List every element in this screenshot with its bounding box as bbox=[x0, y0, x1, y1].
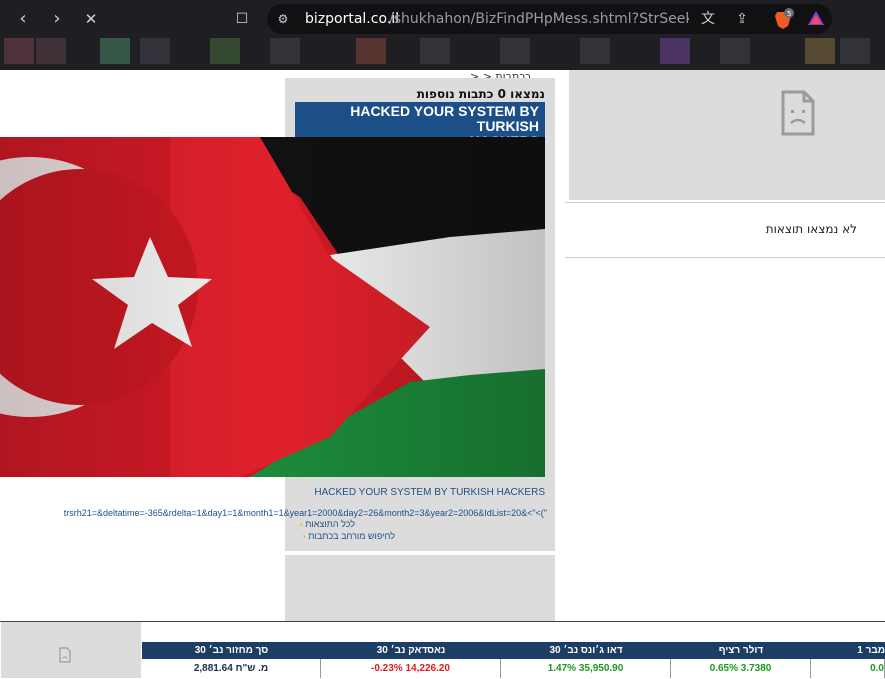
injected-url-text: trsrh21=&deltatime=-365&rdelta=1&day1=1&… bbox=[63, 508, 547, 518]
bookmark-item[interactable] bbox=[210, 38, 240, 64]
bookmark-item[interactable] bbox=[720, 38, 750, 64]
ticker-header-row: סך מחזור נב׳ 30 נאסדאק נב׳ 30 דאו ג׳ונס … bbox=[142, 642, 885, 659]
url-path: /shukhahon/BizFindPHpMess.shtml?StrSeek=… bbox=[389, 11, 689, 27]
divider bbox=[565, 202, 885, 203]
url-host: bizportal.co.il bbox=[305, 11, 399, 27]
bookmark-item[interactable] bbox=[356, 38, 386, 64]
advanced-search-link[interactable]: לחיפוש מורחב בכתבות ‹ bbox=[303, 531, 395, 541]
bookmark-item[interactable] bbox=[140, 38, 170, 64]
bookmark-item[interactable] bbox=[270, 38, 300, 64]
bookmark-item[interactable] bbox=[36, 38, 66, 64]
hacked-headline: HACKED YOUR SYSTEM BY TURKISH HACKERS bbox=[295, 102, 545, 149]
site-settings-icon[interactable]: ⚙ bbox=[274, 10, 292, 28]
headline-line-1: HACKED YOUR SYSTEM BY TURKISH bbox=[350, 103, 539, 134]
ticker-header-dollar: דולר רציף bbox=[718, 645, 764, 656]
brave-shields-icon[interactable]: 5 bbox=[772, 8, 794, 30]
results-count: נמצאו 0 כתבות נוספות bbox=[416, 87, 545, 101]
ticker-logo-placeholder bbox=[1, 622, 141, 678]
ticker-header-dow: דאו ג׳ונס נב׳ 30 bbox=[549, 645, 623, 656]
bookmark-icon[interactable]: ☐ bbox=[231, 8, 253, 30]
all-results-label: לכל התוצאות bbox=[305, 519, 355, 529]
bookmark-item[interactable] bbox=[4, 38, 34, 64]
ticker-value-nasdaq[interactable]: -0.23% 14,226.20 bbox=[321, 659, 501, 678]
bookmark-item[interactable] bbox=[100, 38, 130, 64]
bookmark-item[interactable] bbox=[840, 38, 870, 64]
broken-image-box bbox=[569, 70, 885, 200]
all-results-link[interactable]: לכל התוצאות ‹ bbox=[300, 519, 355, 529]
ticker-value-dollar[interactable]: 0.65% 3.7380 bbox=[671, 659, 811, 678]
no-results-text: לא נמצאו תוצאות bbox=[765, 222, 857, 236]
translate-icon[interactable]: 文 bbox=[699, 10, 717, 28]
arrow-icon: ‹ bbox=[299, 519, 303, 529]
ticker-value-turnover[interactable]: מ. ש"ח 2,881.64 bbox=[142, 659, 321, 678]
arrow-icon: ‹ bbox=[302, 531, 306, 541]
ticker-value-row: מ. ש"ח 2,881.64 -0.23% 14,226.20 1.47% 3… bbox=[142, 659, 885, 678]
subheadline: HACKED YOUR SYSTEM BY TURKISH HACKERS bbox=[314, 487, 545, 498]
bookmark-item[interactable] bbox=[580, 38, 610, 64]
market-ticker: סך מחזור נב׳ 30 נאסדאק נב׳ 30 דאו ג׳ונס … bbox=[0, 621, 885, 679]
brave-rewards-icon[interactable] bbox=[806, 9, 826, 27]
ticker-header-extra: מבר 1 bbox=[857, 645, 885, 656]
flag-image bbox=[0, 137, 545, 477]
ticker-value-dow[interactable]: 1.47% 35,950.90 bbox=[501, 659, 671, 678]
bookmark-item[interactable] bbox=[500, 38, 530, 64]
forward-icon[interactable]: › bbox=[46, 8, 68, 30]
ticker-header-turnover: סך מחזור נב׳ 30 bbox=[194, 645, 269, 656]
close-icon[interactable]: ✕ bbox=[80, 8, 102, 30]
ticker-header-nasdaq: נאסדאק נב׳ 30 bbox=[376, 645, 446, 656]
page-content: בכתבות < < נמצאו 0 כתבות נוספות HACKED Y… bbox=[0, 70, 885, 679]
bookmark-item[interactable] bbox=[805, 38, 835, 64]
lower-panel bbox=[285, 555, 555, 623]
svg-text:5: 5 bbox=[787, 10, 791, 18]
divider bbox=[565, 257, 885, 258]
ticker-value-extra[interactable]: 0.0 bbox=[811, 659, 885, 678]
advanced-search-label: לחיפוש מורחב בכתבות bbox=[308, 531, 395, 541]
share-icon[interactable]: ⇪ bbox=[733, 10, 751, 28]
bookmark-item[interactable] bbox=[420, 38, 450, 64]
broken-image-icon bbox=[59, 647, 71, 663]
bookmark-item[interactable] bbox=[660, 38, 690, 64]
back-icon[interactable]: ‹ bbox=[12, 8, 34, 30]
broken-image-icon bbox=[781, 90, 815, 136]
